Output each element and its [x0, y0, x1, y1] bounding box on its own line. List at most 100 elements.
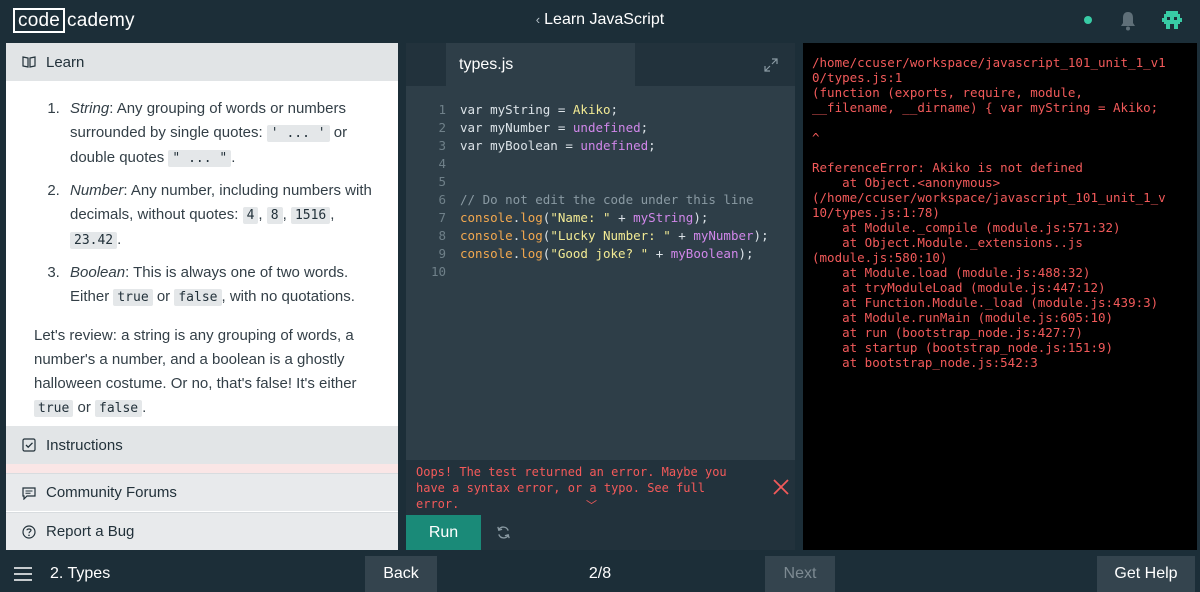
code-line[interactable]: 6 // Do not edit the code under this line — [406, 191, 795, 209]
code-token: console — [460, 210, 513, 225]
code-token: console — [460, 246, 513, 261]
hamburger-menu-icon[interactable] — [14, 567, 32, 581]
chevron-down-icon[interactable]: ﹀ — [586, 498, 597, 514]
inline-code: " ... " — [168, 150, 232, 167]
reset-icon[interactable] — [496, 525, 511, 540]
types-list: String: Any grouping of words or numbers… — [34, 97, 374, 310]
list-item-string: String: Any grouping of words or numbers… — [64, 97, 374, 171]
course-title: Learn JavaScript — [544, 11, 665, 28]
code-token: myBoolean — [670, 246, 739, 261]
report-bug-header[interactable]: Report a Bug — [6, 512, 398, 550]
tab-types-js[interactable]: types.js — [446, 43, 635, 86]
code-token: ; — [640, 120, 649, 135]
code-token: ; — [610, 102, 619, 117]
bottom-bar: 2. Types Back 2/8 Next Get Help — [0, 556, 1200, 592]
run-bar: Run — [406, 515, 795, 550]
console-output[interactable]: /home/ccuser/workspace/javascript_101_un… — [803, 43, 1197, 550]
code-token: undefined — [580, 138, 649, 153]
code-token: "Lucky Number: " — [550, 228, 671, 243]
back-button[interactable]: Back — [365, 556, 437, 592]
progress-indicator: 2/8 — [588, 565, 612, 582]
text: , with no quotations. — [221, 288, 355, 305]
code-text: console.log("Lucky Number: " + myNumber)… — [446, 227, 769, 245]
code-line[interactable]: 3 var myBoolean = undefined; — [406, 137, 795, 155]
expand-icon[interactable] — [764, 58, 778, 72]
code-line[interactable]: 8 console.log("Lucky Number: " + myNumber… — [406, 227, 795, 245]
inline-code: 4 — [242, 207, 259, 224]
code-token: log — [520, 210, 543, 225]
code-area[interactable]: 1 var myString = Akiko; 2 var myNumber = un… — [406, 101, 795, 281]
next-button[interactable]: Next — [765, 556, 835, 592]
code-token: + — [670, 228, 694, 243]
code-token: + — [610, 210, 634, 225]
list-item-boolean: Boolean: This is always one of two words… — [64, 261, 374, 310]
line-number: 8 — [438, 228, 446, 243]
line-number: 1 — [438, 102, 446, 117]
text: or — [152, 288, 175, 305]
code-token: log — [520, 246, 543, 261]
code-token: undefined — [572, 120, 641, 135]
text: . — [142, 399, 147, 416]
get-help-button[interactable]: Get Help — [1097, 556, 1195, 592]
line-number: 5 — [438, 174, 446, 189]
text: Let's review: a string is any grouping o… — [34, 327, 357, 392]
code-text: console.log("Name: " + myString); — [446, 209, 708, 227]
code-token: ); — [693, 210, 709, 225]
code-token: Akiko — [572, 102, 611, 117]
community-forums-header[interactable]: Community Forums — [6, 473, 398, 511]
inline-code: 1516 — [290, 207, 331, 224]
close-icon[interactable] — [772, 478, 790, 496]
inline-code: false — [174, 289, 222, 306]
code-text: var myNumber = undefined; — [446, 119, 648, 137]
code-line[interactable]: 10 — [406, 263, 795, 281]
line-number: 3 — [438, 138, 446, 153]
learn-panel: Learn String: Any grouping of words or n… — [6, 43, 398, 550]
error-indicator-strip — [6, 464, 398, 473]
avatar[interactable] — [1160, 8, 1184, 32]
instructions-title: Instructions — [46, 436, 123, 454]
text: . — [117, 231, 122, 248]
code-line[interactable]: 1 var myString = Akiko; — [406, 101, 795, 119]
code-line[interactable]: 2 var myNumber = undefined; — [406, 119, 795, 137]
line-number: 7 — [438, 210, 446, 225]
error-message-bar[interactable]: Oops! The test returned an error. Maybe … — [406, 460, 795, 515]
code-token: + — [648, 246, 671, 261]
checkbox-icon — [22, 438, 36, 452]
code-token: console — [460, 228, 513, 243]
code-token: ); — [753, 228, 769, 243]
line-number: 6 — [438, 192, 446, 207]
code-line[interactable]: 4 — [406, 155, 795, 173]
code-line[interactable]: 5 — [406, 173, 795, 191]
code-token: var myBoolean = — [460, 138, 581, 153]
code-token: "Good joke? " — [550, 246, 649, 261]
learn-section-header[interactable]: Learn — [6, 43, 398, 81]
community-forums-title: Community Forums — [46, 484, 177, 501]
question-circle-icon — [22, 524, 36, 539]
term: String — [70, 100, 110, 117]
bell-icon[interactable] — [1119, 11, 1137, 31]
inline-code: true — [34, 400, 74, 417]
text: or — [73, 399, 95, 416]
book-icon — [22, 56, 36, 68]
instructions-section-header[interactable]: Instructions — [6, 426, 398, 464]
review-paragraph: Let's review: a string is any grouping o… — [34, 324, 374, 421]
code-line[interactable]: 9 console.log("Good joke? " + myBoolean); — [406, 245, 795, 263]
lesson-name[interactable]: 2. Types — [50, 565, 110, 583]
error-message: Oops! The test returned an error. Maybe … — [416, 465, 727, 511]
run-button[interactable]: Run — [406, 515, 481, 550]
inline-code: 23.42 — [70, 232, 118, 249]
code-token: myNumber — [693, 228, 754, 243]
term: Number — [70, 182, 124, 199]
code-line[interactable]: 7 console.log("Name: " + myString); — [406, 209, 795, 227]
course-title-link[interactable]: ‹ Learn JavaScript — [0, 11, 1200, 29]
chat-bubble-icon — [22, 486, 36, 500]
code-text: // Do not edit the code under this line — [446, 191, 754, 209]
code-token: "Name: " — [550, 210, 611, 225]
inline-code: 8 — [266, 207, 283, 224]
inline-code: ' ... ' — [266, 125, 330, 142]
line-number: 4 — [438, 156, 446, 171]
inline-code: true — [113, 289, 153, 306]
